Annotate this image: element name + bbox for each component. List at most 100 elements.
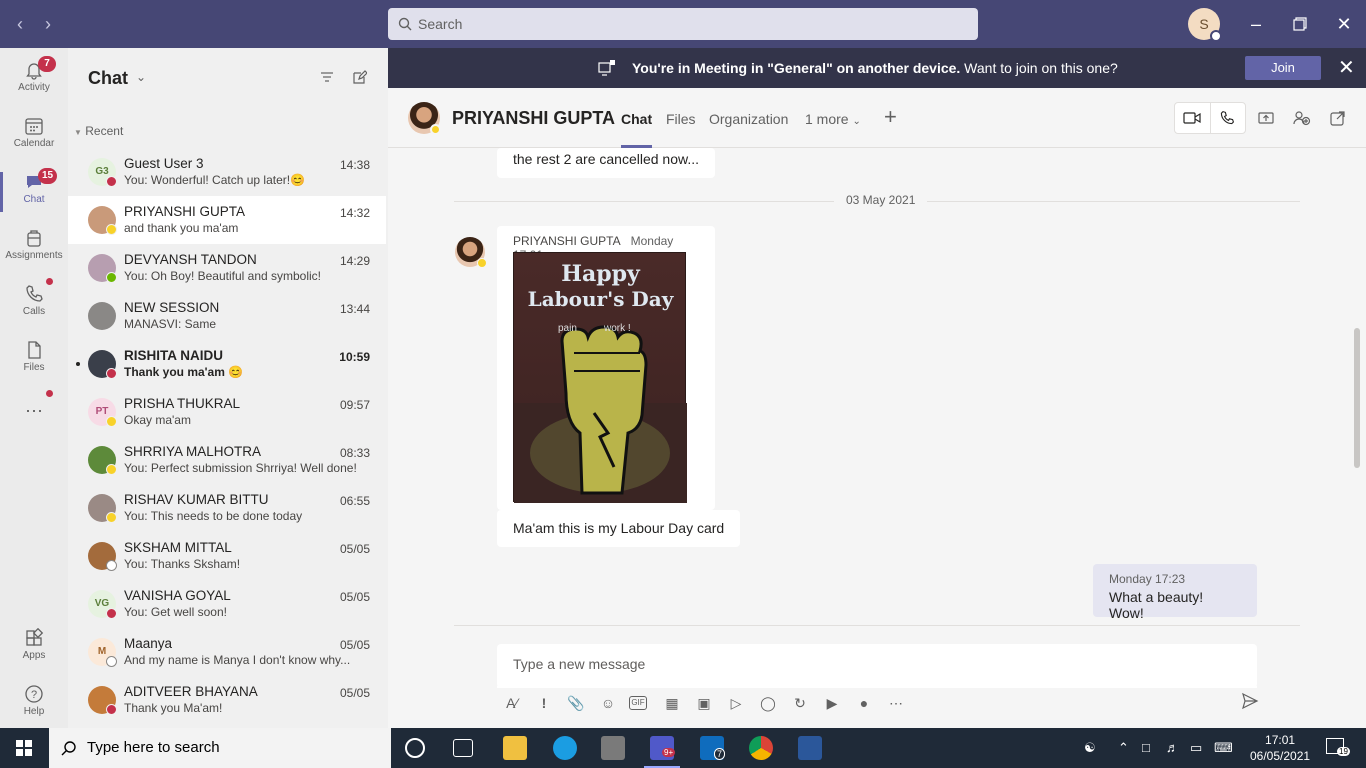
system-clock[interactable]: 17:01 06/05/2021 <box>1250 732 1310 764</box>
windows-start-icon[interactable] <box>16 740 32 756</box>
minimize-icon[interactable]: – <box>1244 12 1268 36</box>
send-icon[interactable] <box>1239 692 1261 714</box>
chat-list-item[interactable]: RISHITA NAIDU Thank you ma'am 😊 10:59 <box>68 340 386 388</box>
word-icon[interactable] <box>798 736 822 760</box>
card-title-line2: Labour's Day <box>527 287 674 311</box>
chat-list-item[interactable]: DEVYANSH TANDON You: Oh Boy! Beautiful an… <box>68 244 386 292</box>
chat-list-item[interactable]: SKSHAM MITTAL You: Thanks Sksham! 05/05 <box>68 532 386 580</box>
filter-icon[interactable] <box>320 70 334 84</box>
rail-label: Calendar <box>13 138 55 149</box>
presence-status-icon <box>106 272 117 283</box>
video-call-icon[interactable] <box>1183 111 1201 125</box>
meet-now-icon[interactable]: ▣ <box>693 692 715 714</box>
pop-out-icon[interactable] <box>1330 110 1346 126</box>
recent-label: Recent <box>85 124 124 138</box>
tab-organization[interactable]: Organization <box>709 111 788 127</box>
rail-help[interactable]: ? Help <box>0 676 68 732</box>
unread-indicator <box>76 362 80 366</box>
chat-list-item[interactable]: PRIYANSHI GUPTA and thank you ma'am 14:32 <box>68 196 386 244</box>
join-button[interactable]: Join <box>1245 56 1321 80</box>
important-icon[interactable]: ! <box>533 692 555 714</box>
stream-icon[interactable]: ▷ <box>725 692 747 714</box>
presence-status-icon <box>106 608 117 619</box>
chat-list-title[interactable]: Chat <box>88 68 128 89</box>
chat-list-item[interactable]: ADITVEER BHAYANA Thank you Ma'am! 05/05 <box>68 676 386 724</box>
chat-list-item[interactable]: PT PRISHA THUKRAL Okay ma'am 09:57 <box>68 388 386 436</box>
new-chat-icon[interactable] <box>353 70 367 84</box>
more-options-icon[interactable]: ⋯ <box>885 692 907 714</box>
more-apps-icon[interactable]: ⋯ <box>0 388 68 444</box>
recent-section-header[interactable]: ▼ Recent <box>74 124 123 138</box>
tray-chevron-icon[interactable]: ⌃ <box>1118 740 1129 756</box>
notifications-icon[interactable]: 19 <box>1326 738 1350 756</box>
message-bubble[interactable]: Ma'am this is my Labour Day card <box>497 510 741 547</box>
search-placeholder: Search <box>418 16 463 32</box>
previous-message[interactable]: the rest 2 are cancelled now... <box>497 148 715 178</box>
my-reply-bubble[interactable]: Monday 17:23 What a beauty! Wow! <box>1093 564 1257 621</box>
back-icon[interactable]: ‹ <box>8 12 32 36</box>
add-tab-icon[interactable]: + <box>884 104 897 130</box>
emoji-icon[interactable]: ☺ <box>597 692 619 714</box>
taskbar-search-input[interactable]: Type here to search <box>49 728 391 768</box>
edge-icon[interactable] <box>553 736 577 760</box>
github-icon[interactable]: ● <box>853 692 875 714</box>
close-icon[interactable]: ✕ <box>1332 12 1356 36</box>
youtube-icon[interactable]: ▶ <box>821 692 843 714</box>
network-icon[interactable]: □ <box>1142 740 1150 755</box>
rail-label: Assignments <box>5 250 63 261</box>
add-people-icon[interactable] <box>1293 110 1311 126</box>
rail-files[interactable]: Files <box>0 332 68 388</box>
file-explorer-icon[interactable] <box>503 736 527 760</box>
rail-calls[interactable]: Calls <box>0 276 68 332</box>
keyboard-icon[interactable]: ⌨ <box>1214 740 1233 756</box>
task-view-icon[interactable] <box>453 739 473 757</box>
maximize-icon[interactable] <box>1288 12 1312 36</box>
format-icon[interactable]: A⁄ <box>501 692 523 714</box>
chat-list-item[interactable]: G3 Guest User 3 You: Wonderful! Catch up l… <box>68 148 386 196</box>
date-separator: 03 May 2021 <box>454 193 1300 207</box>
close-banner-icon[interactable]: ✕ <box>1338 56 1355 80</box>
message-composer-input[interactable]: Type a new message <box>497 644 1257 688</box>
chat-name: RISHITA NAIDU <box>124 348 223 363</box>
share-screen-icon[interactable] <box>1258 110 1274 126</box>
rail-assignments[interactable]: Assignments <box>0 220 68 276</box>
call-actions-group <box>1174 102 1246 134</box>
gif-icon[interactable]: GIF <box>629 696 647 710</box>
tab-chat[interactable]: Chat <box>621 111 653 148</box>
chat-list-item[interactable]: M Maanya And my name is Manya I don't know… <box>68 628 386 676</box>
profile-avatar[interactable]: S <box>1188 8 1222 42</box>
praise-icon[interactable]: ◯ <box>757 692 779 714</box>
tab-more[interactable]: 1 more ⌄ <box>805 111 861 127</box>
store-icon[interactable] <box>601 736 625 760</box>
rail-activity[interactable]: Activity 7 <box>0 52 68 108</box>
labour-day-card-image[interactable]: Happy Labour's Day pain work ! <box>513 252 687 503</box>
sender-name: PRIYANSHI GUPTA <box>513 234 621 248</box>
people-icon[interactable]: ☯ <box>1084 740 1096 756</box>
forward-icon[interactable]: › <box>36 12 60 36</box>
chevron-down-icon[interactable]: ⌄ <box>136 70 146 84</box>
image-message[interactable]: PRIYANSHI GUPTA Monday 17:01 Happy Labou… <box>497 226 715 510</box>
rail-calendar[interactable]: Calendar <box>0 108 68 164</box>
chevron-down-icon: ⌄ <box>852 116 861 127</box>
chrome-icon[interactable] <box>749 736 773 760</box>
teams-icon[interactable]: 9+ <box>650 736 676 760</box>
volume-icon[interactable]: ♬ <box>1166 740 1179 755</box>
scrollbar[interactable] <box>1354 328 1360 468</box>
chat-list-item[interactable]: SHRRIYA MALHOTRA You: Perfect submission … <box>68 436 386 484</box>
rail-apps[interactable]: Apps <box>0 620 68 676</box>
chat-list-item[interactable]: NEW SESSION MANASVI: Same 13:44 <box>68 292 386 340</box>
attach-icon[interactable]: 📎 <box>565 692 587 714</box>
chat-list-item[interactable]: RISHAV KUMAR BITTU You: This needs to be … <box>68 484 386 532</box>
phone-icon <box>26 285 43 302</box>
cortana-icon[interactable] <box>405 738 425 758</box>
rail-chat[interactable]: Chat 15 <box>0 164 68 220</box>
mail-icon[interactable]: 7 <box>700 736 726 760</box>
battery-icon[interactable]: ▭ <box>1190 740 1202 756</box>
audio-call-icon[interactable] <box>1219 110 1235 126</box>
search-input[interactable]: Search <box>388 8 978 40</box>
chat-list-item[interactable]: VG VANISHA GOYAL You: Get well soon! 05/05 <box>68 580 386 628</box>
loop-icon[interactable]: ↻ <box>789 692 811 714</box>
tab-files[interactable]: Files <box>666 111 696 127</box>
sticker-icon[interactable]: ▦ <box>661 692 683 714</box>
presence-status-icon <box>1210 30 1222 42</box>
